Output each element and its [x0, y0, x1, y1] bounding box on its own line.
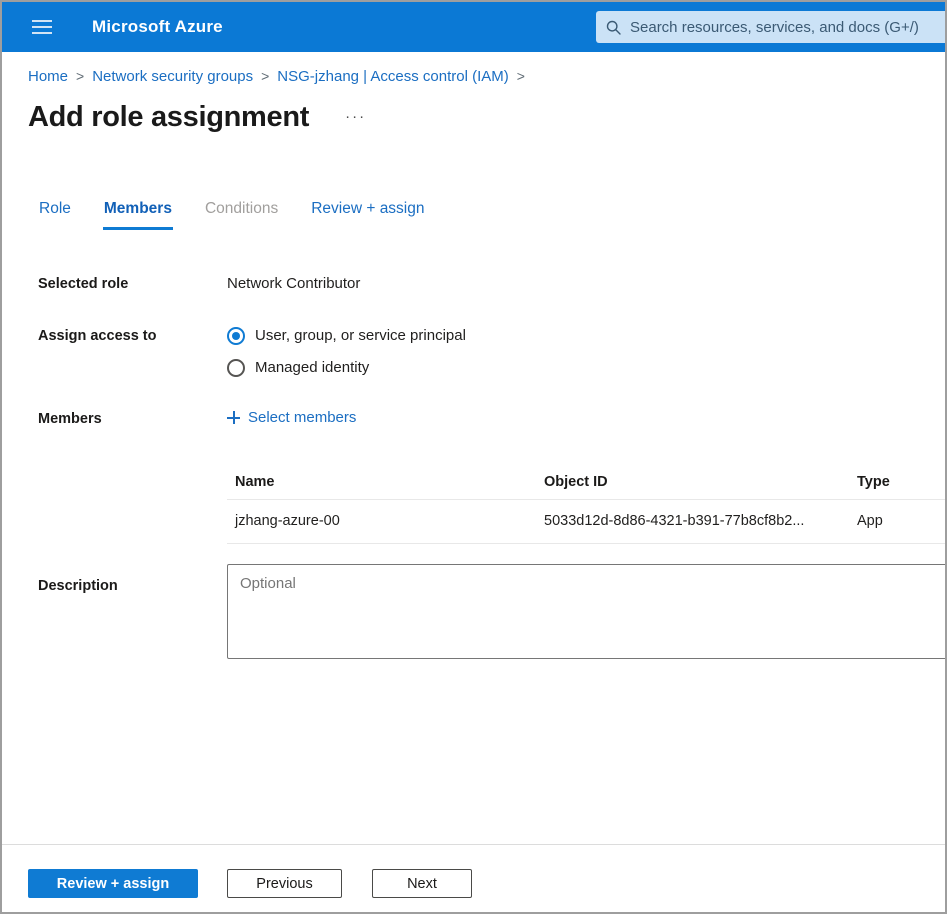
- description-field-wrap: [227, 564, 945, 665]
- assign-access-to-row: Assign access to User, group, or service…: [2, 326, 945, 378]
- plus-icon: [227, 411, 240, 424]
- members-label: Members: [38, 409, 227, 429]
- azure-portal-window: Microsoft Azure Home > Network security gr…: [0, 0, 947, 914]
- selected-role-value: Network Contributor: [227, 274, 945, 294]
- breadcrumb-separator: >: [76, 68, 84, 84]
- assign-access-to-options: User, group, or service principal Manage…: [227, 326, 945, 378]
- tab-members[interactable]: Members: [103, 199, 173, 230]
- top-bar: Microsoft Azure: [2, 2, 945, 52]
- select-members-button[interactable]: Select members: [227, 408, 356, 428]
- tab-conditions[interactable]: Conditions: [204, 199, 279, 230]
- members-table: Name Object ID Type jzhang-azure-00 5033…: [227, 464, 947, 544]
- description-row: Description: [2, 564, 945, 665]
- members-table-header-row: Name Object ID Type: [227, 464, 947, 500]
- tab-bar: Role Members Conditions Review + assign: [38, 199, 945, 230]
- member-object-id-cell: 5033d12d-8d86-4321-b391-77b8cf8b2...: [536, 500, 849, 544]
- radio-option-label: User, group, or service principal: [255, 326, 466, 346]
- next-button[interactable]: Next: [372, 869, 472, 898]
- column-header-type: Type: [849, 464, 947, 500]
- assign-access-to-label: Assign access to: [38, 326, 227, 378]
- radio-unselected-icon: [227, 359, 245, 377]
- member-type-cell: App: [849, 500, 947, 544]
- table-row: jzhang-azure-00 5033d12d-8d86-4321-b391-…: [227, 500, 947, 544]
- role-assignment-form: Selected role Network Contributor Assign…: [2, 274, 945, 665]
- description-label: Description: [38, 564, 227, 665]
- title-row: Add role assignment ···: [28, 97, 945, 137]
- tab-review-assign[interactable]: Review + assign: [310, 199, 425, 230]
- column-header-object-id: Object ID: [536, 464, 849, 500]
- breadcrumb-link-nsg-access-control[interactable]: NSG-jzhang | Access control (IAM): [277, 68, 508, 85]
- more-menu-icon[interactable]: ···: [345, 112, 366, 122]
- breadcrumb: Home > Network security groups > NSG-jzhang …: [28, 66, 945, 87]
- selected-role-row: Selected role Network Contributor: [2, 274, 945, 294]
- review-assign-button[interactable]: Review + assign: [28, 869, 198, 898]
- breadcrumb-separator: >: [517, 68, 525, 84]
- select-members-label: Select members: [248, 408, 356, 428]
- radio-option-label: Managed identity: [255, 358, 369, 378]
- tab-role[interactable]: Role: [38, 199, 72, 230]
- footer-actions: Review + assign Previous Next: [28, 869, 945, 898]
- hamburger-menu-icon[interactable]: [32, 20, 52, 34]
- column-header-name: Name: [227, 464, 536, 500]
- search-input[interactable]: [630, 19, 938, 36]
- members-row: Members Select members: [2, 408, 945, 430]
- breadcrumb-link-network-security-groups[interactable]: Network security groups: [92, 68, 253, 85]
- member-name-cell: jzhang-azure-00: [227, 500, 536, 544]
- description-input[interactable]: [227, 564, 947, 659]
- radio-selected-icon: [227, 327, 245, 345]
- members-actions: Select members: [227, 408, 945, 431]
- breadcrumb-link-home[interactable]: Home: [28, 68, 68, 85]
- previous-button[interactable]: Previous: [227, 869, 342, 898]
- selected-role-label: Selected role: [38, 274, 227, 294]
- page-title: Add role assignment: [28, 101, 309, 134]
- radio-user-group-service-principal[interactable]: User, group, or service principal: [227, 326, 945, 346]
- search-icon: [606, 20, 621, 35]
- brand-title: Microsoft Azure: [92, 17, 223, 37]
- radio-managed-identity[interactable]: Managed identity: [227, 358, 945, 378]
- breadcrumb-separator: >: [261, 68, 269, 84]
- footer-divider: [2, 844, 945, 845]
- global-search[interactable]: [596, 11, 947, 43]
